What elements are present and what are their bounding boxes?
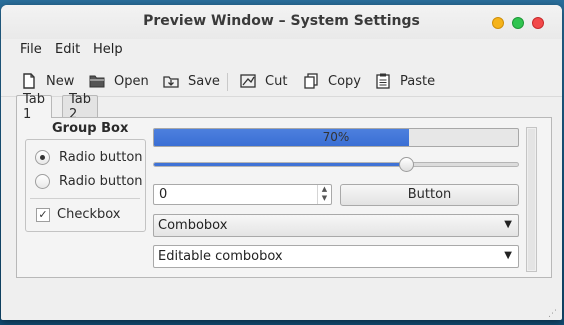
radio-button-1[interactable]: Radio button bbox=[35, 150, 143, 165]
combobox[interactable]: Combobox ▼ bbox=[153, 214, 519, 237]
open-label: Open bbox=[114, 73, 149, 89]
push-button[interactable]: Button bbox=[340, 184, 519, 206]
slider-fill bbox=[154, 163, 406, 166]
resize-grip-icon[interactable]: ⋰ bbox=[548, 309, 558, 319]
title-bar[interactable]: Preview Window – System Settings bbox=[1, 5, 562, 39]
editable-combobox-value[interactable]: Editable combobox bbox=[158, 249, 283, 264]
save-label: Save bbox=[188, 73, 220, 89]
menu-bar: File Edit Help bbox=[1, 39, 562, 63]
cut-icon bbox=[240, 74, 256, 88]
progress-bar: 70% bbox=[153, 128, 519, 147]
group-separator bbox=[30, 198, 140, 199]
new-button[interactable]: New bbox=[20, 69, 74, 93]
cut-label: Cut bbox=[265, 73, 288, 89]
spinbox[interactable]: 0 ▲ ▼ bbox=[153, 184, 332, 205]
window-title: Preview Window – System Settings bbox=[143, 13, 420, 29]
new-file-icon bbox=[23, 73, 35, 89]
vertical-scrollbar[interactable] bbox=[526, 127, 537, 272]
radio-indicator[interactable] bbox=[35, 174, 50, 189]
open-button[interactable]: Open bbox=[88, 69, 149, 93]
spinbox-value[interactable]: 0 bbox=[159, 187, 167, 202]
menu-file[interactable]: File bbox=[20, 42, 42, 57]
cut-button[interactable]: Cut bbox=[239, 69, 287, 93]
paste-label: Paste bbox=[400, 73, 436, 89]
group-box-title: Group Box bbox=[52, 121, 129, 136]
save-icon bbox=[163, 76, 179, 88]
minimize-button[interactable] bbox=[492, 17, 504, 29]
folder-icon bbox=[89, 75, 105, 88]
tab-1[interactable]: Tab 1 bbox=[16, 92, 53, 122]
save-button[interactable]: Save bbox=[162, 69, 220, 93]
editable-combobox[interactable]: Editable combobox ▼ bbox=[153, 245, 519, 268]
paste-button[interactable]: Paste bbox=[374, 69, 435, 93]
new-label: New bbox=[46, 73, 75, 89]
copy-button[interactable]: Copy bbox=[302, 69, 361, 93]
copy-icon bbox=[304, 73, 318, 89]
chevron-down-icon[interactable]: ▼ bbox=[504, 250, 512, 261]
checkbox-label: Checkbox bbox=[57, 207, 121, 222]
progress-text: 70% bbox=[322, 130, 350, 144]
menu-help[interactable]: Help bbox=[93, 42, 123, 57]
spin-down-icon[interactable]: ▼ bbox=[318, 194, 331, 203]
radio-button-2[interactable]: Radio button bbox=[35, 174, 143, 189]
slider-handle[interactable] bbox=[398, 157, 414, 172]
menu-edit[interactable]: Edit bbox=[55, 42, 80, 57]
slider-track[interactable] bbox=[153, 162, 519, 167]
close-button[interactable] bbox=[532, 17, 544, 29]
radio-label: Radio button bbox=[59, 150, 143, 165]
spin-up-icon[interactable]: ▲ bbox=[318, 185, 331, 194]
spin-arrows[interactable]: ▲ ▼ bbox=[317, 185, 331, 204]
checkbox-indicator[interactable]: ✓ bbox=[36, 207, 50, 222]
paste-icon bbox=[376, 73, 390, 89]
tab-2[interactable]: Tab 2 bbox=[62, 92, 99, 122]
toolbar-separator bbox=[227, 73, 228, 91]
maximize-button[interactable] bbox=[512, 17, 524, 29]
radio-label: Radio button bbox=[59, 174, 143, 189]
radio-indicator-checked[interactable] bbox=[35, 150, 50, 165]
copy-label: Copy bbox=[328, 73, 361, 89]
checkbox[interactable]: ✓ Checkbox bbox=[36, 207, 121, 222]
scrollbar-handle[interactable] bbox=[528, 129, 535, 270]
chevron-down-icon: ▼ bbox=[504, 219, 512, 230]
combobox-value: Combobox bbox=[158, 218, 228, 233]
